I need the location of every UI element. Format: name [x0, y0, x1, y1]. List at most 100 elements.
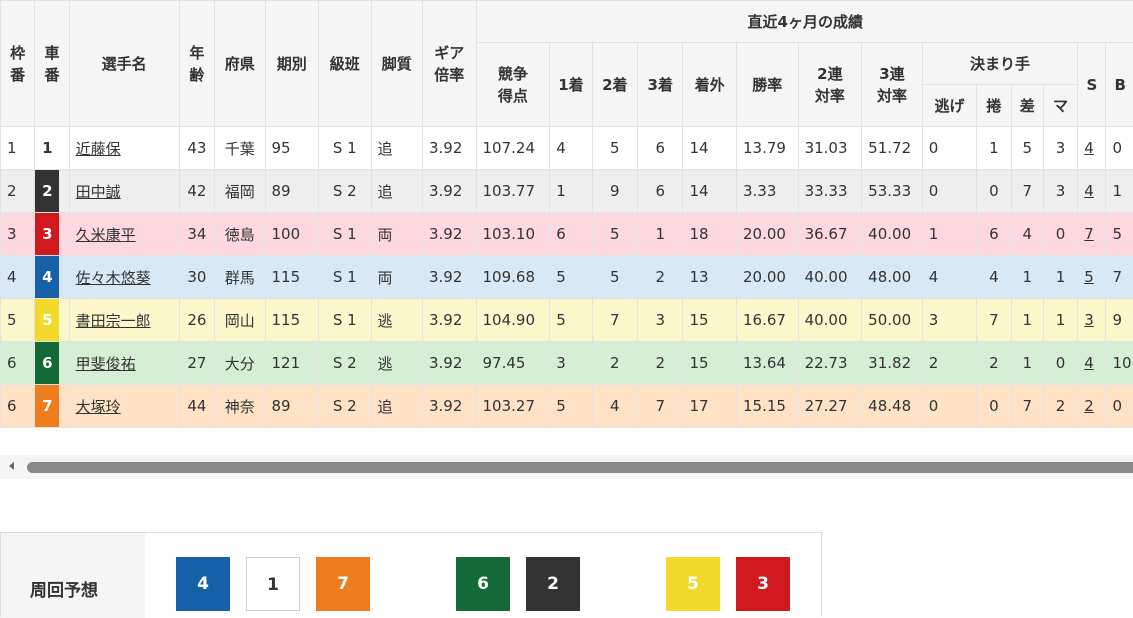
cell-name[interactable]: 田中誠: [69, 170, 179, 213]
start-count-link[interactable]: 7: [1084, 225, 1094, 243]
forecast-car-box: 1: [246, 557, 300, 611]
cell-leg: 両: [371, 256, 422, 299]
start-count-link[interactable]: 4: [1084, 182, 1094, 200]
header-first: 1着: [550, 43, 592, 127]
cell-leg: 追: [371, 385, 422, 428]
header-sha: 車番: [35, 1, 69, 127]
scroll-left-arrow-icon[interactable]: [9, 462, 14, 470]
rider-name-link[interactable]: 久米康平: [76, 226, 136, 244]
cell-name[interactable]: 甲斐俊祐: [69, 342, 179, 385]
cell-pref: 徳島: [215, 213, 265, 256]
cell-nige: 4: [922, 256, 977, 299]
forecast-car-box: 7: [316, 557, 370, 611]
cell-pref: 神奈: [215, 385, 265, 428]
cell-third: 2: [638, 342, 683, 385]
table-row: 55書田宗一郎26岡山115S 1逃3.92104.905731516.6740…: [1, 299, 1133, 342]
start-count-link[interactable]: 4: [1084, 139, 1094, 157]
cell-sashi: 1: [1011, 299, 1043, 342]
cell-b: 5: [1106, 213, 1133, 256]
forecast-car-box: 5: [666, 557, 720, 611]
cell-s[interactable]: 4: [1078, 127, 1106, 170]
header-class: 級班: [319, 1, 372, 127]
cell-name[interactable]: 久米康平: [69, 213, 179, 256]
header-second: 2着: [592, 43, 637, 127]
cell-b: 1: [1106, 170, 1133, 213]
header-out: 着外: [683, 43, 737, 127]
header-gear: ギア倍率: [423, 1, 477, 127]
cell-s[interactable]: 5: [1078, 256, 1106, 299]
cell-second: 5: [592, 256, 637, 299]
forecast-label: 周回予想: [30, 576, 98, 601]
cell-makuri: 4: [977, 256, 1011, 299]
header-name: 選手名: [69, 1, 179, 127]
cell-mark: 3: [1043, 127, 1077, 170]
cell-name[interactable]: 書田宗一郎: [69, 299, 179, 342]
rider-name-link[interactable]: 甲斐俊祐: [76, 355, 136, 373]
cell-mark: 1: [1043, 299, 1077, 342]
car-number-badge: 7: [35, 385, 59, 427]
cell-term: 100: [265, 213, 319, 256]
cell-out: 15: [683, 299, 737, 342]
cell-sha: 7: [35, 385, 69, 428]
cell-mark: 0: [1043, 213, 1077, 256]
cell-name[interactable]: 佐々木悠葵: [69, 256, 179, 299]
cell-makuri: 6: [977, 213, 1011, 256]
cell-rentai3: 48.48: [862, 385, 923, 428]
cell-waku: 6: [1, 342, 35, 385]
rider-name-link[interactable]: 田中誠: [76, 183, 121, 201]
cell-age: 34: [179, 213, 214, 256]
cell-s[interactable]: 7: [1078, 213, 1106, 256]
cell-b: 0: [1106, 385, 1133, 428]
cell-second: 7: [592, 299, 637, 342]
cell-gear: 3.92: [423, 127, 477, 170]
cell-name[interactable]: 大塚玲: [69, 385, 179, 428]
start-count-link[interactable]: 5: [1084, 268, 1094, 286]
cell-b: 10: [1106, 342, 1133, 385]
cell-sashi: 7: [1011, 385, 1043, 428]
cell-score: 109.68: [476, 256, 550, 299]
cell-first: 4: [550, 127, 592, 170]
table-row: 11近藤保43千葉95S 1追3.92107.244561413.7931.03…: [1, 127, 1133, 170]
cell-second: 2: [592, 342, 637, 385]
horizontal-scrollbar[interactable]: [0, 455, 1133, 479]
cell-b: 7: [1106, 256, 1133, 299]
cell-s[interactable]: 4: [1078, 342, 1106, 385]
cell-out: 15: [683, 342, 737, 385]
cell-s[interactable]: 2: [1078, 385, 1106, 428]
cell-class: S 1: [319, 127, 372, 170]
car-number-badge: 4: [35, 256, 59, 298]
header-waku: 枠番: [1, 1, 35, 127]
cell-out: 14: [683, 127, 737, 170]
cell-gear: 3.92: [423, 342, 477, 385]
cell-mark: 2: [1043, 385, 1077, 428]
header-rentai3: 3連対率: [862, 43, 923, 127]
start-count-link[interactable]: 4: [1084, 354, 1094, 372]
cell-gear: 3.92: [423, 299, 477, 342]
cell-rentai2: 31.03: [798, 127, 862, 170]
rider-name-link[interactable]: 近藤保: [76, 140, 121, 158]
start-count-link[interactable]: 3: [1084, 311, 1094, 329]
cell-leg: 追: [371, 170, 422, 213]
cell-rentai3: 50.00: [862, 299, 923, 342]
cell-rentai2: 27.27: [798, 385, 862, 428]
cell-s[interactable]: 3: [1078, 299, 1106, 342]
cell-rentai2: 33.33: [798, 170, 862, 213]
cell-b: 9: [1106, 299, 1133, 342]
rider-name-link[interactable]: 大塚玲: [76, 398, 121, 416]
start-count-link[interactable]: 2: [1084, 397, 1094, 415]
scrollbar-thumb[interactable]: [27, 462, 1133, 473]
cell-term: 89: [265, 170, 319, 213]
header-third: 3着: [638, 43, 683, 127]
cell-mark: 3: [1043, 170, 1077, 213]
cell-second: 5: [592, 213, 637, 256]
forecast-label-cell: 周回予想: [1, 533, 145, 618]
cell-win: 3.33: [736, 170, 798, 213]
rider-name-link[interactable]: 書田宗一郎: [76, 312, 151, 330]
cell-name[interactable]: 近藤保: [69, 127, 179, 170]
cell-sashi: 4: [1011, 213, 1043, 256]
rider-table: 枠番 車番 選手名 年齢 府県 期別 級班 脚質 ギア倍率 直近4ヶ月の成績 競…: [0, 0, 1133, 428]
cell-s[interactable]: 4: [1078, 170, 1106, 213]
cell-makuri: 0: [977, 170, 1011, 213]
rider-name-link[interactable]: 佐々木悠葵: [76, 269, 151, 287]
cell-waku: 2: [1, 170, 35, 213]
